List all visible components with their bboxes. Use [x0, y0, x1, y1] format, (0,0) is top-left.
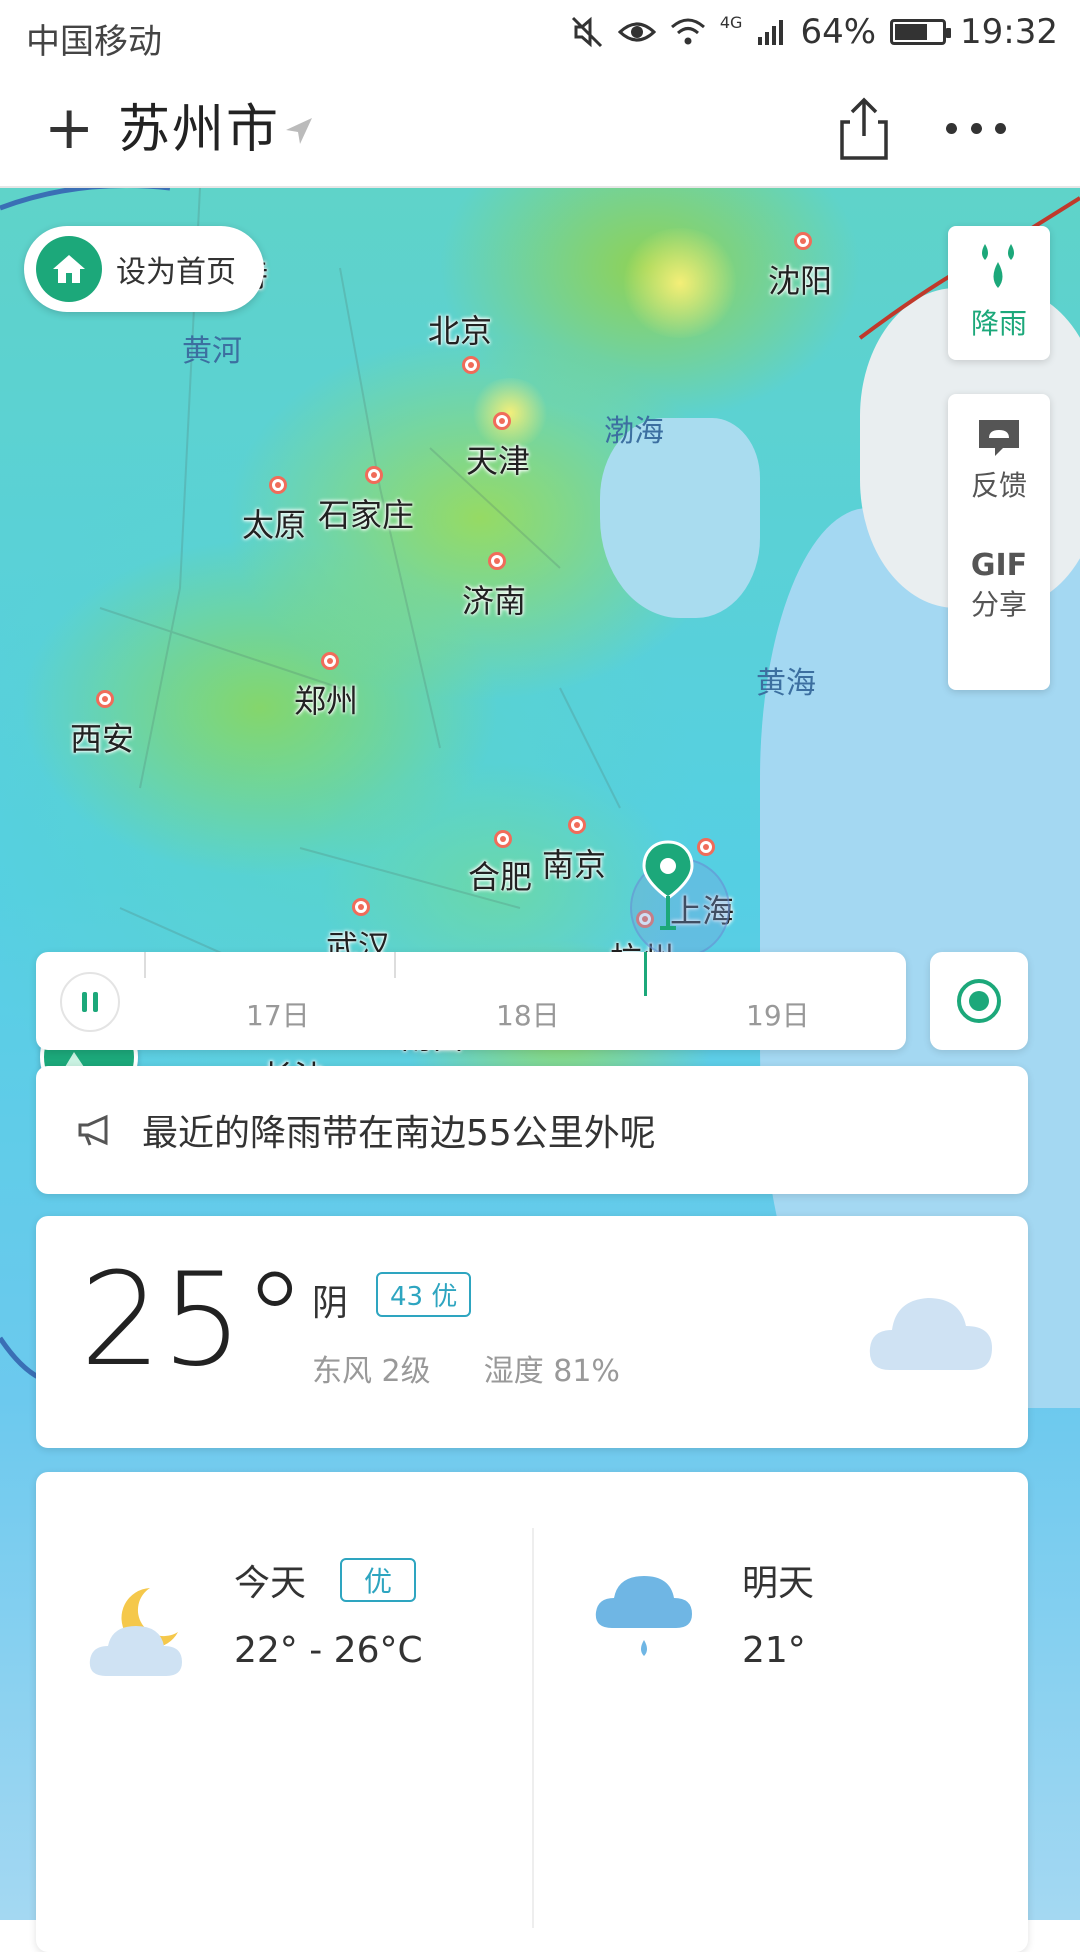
region-label-yellow-river: 黄河	[182, 334, 242, 369]
feedback-button[interactable]: 反馈	[948, 394, 1050, 504]
timeline-tick	[394, 952, 396, 978]
weather-condition: 阴	[312, 1283, 349, 1324]
forecast-tomorrow-temp: 21°	[742, 1630, 806, 1671]
city-label-beijing: 北京	[428, 312, 493, 350]
city-marker[interactable]	[96, 690, 114, 708]
city-label-zhengzhou: 郑州	[294, 682, 359, 720]
wifi-icon	[670, 18, 705, 45]
pause-button[interactable]	[60, 972, 120, 1032]
battery-icon	[890, 19, 952, 45]
wind-info: 东风 2级	[312, 1354, 431, 1389]
forecast-divider	[532, 1528, 534, 1928]
feedback-icon	[979, 420, 1019, 456]
forecast-today-temp: 22° - 26°C	[234, 1630, 423, 1671]
city-label-shenyang: 沈阳	[768, 262, 833, 300]
forecast-today-aqi-badge: 优	[340, 1558, 417, 1602]
more-menu-button[interactable]	[946, 118, 1006, 138]
forecast-tomorrow-label: 明天	[742, 1563, 815, 1604]
status-bar: 中国移动 4G 64% 19:32	[0, 0, 1080, 74]
city-marker[interactable]	[321, 652, 339, 670]
timeline-bar[interactable]: 17日 18日 19日	[36, 952, 906, 1050]
share-button[interactable]	[836, 96, 892, 162]
region-label-yellow-sea: 黄海	[756, 666, 816, 701]
forecast-today-label: 今天	[234, 1563, 307, 1604]
city-label-xian: 西安	[70, 720, 135, 758]
cloud-icon	[869, 1298, 992, 1370]
timeline-day: 17日	[246, 999, 310, 1032]
gif-share-label: 分享	[970, 588, 1027, 621]
locate-button[interactable]	[930, 952, 1028, 1050]
city-label-shijiazhuang: 石家庄	[318, 496, 415, 534]
rain-layer-label: 降雨	[970, 307, 1027, 340]
timeline-cursor[interactable]	[644, 952, 647, 996]
city-label-jinan: 济南	[462, 582, 527, 620]
feedback-label: 反馈	[970, 469, 1027, 502]
gif-share-button[interactable]: GIF 分享	[948, 548, 1050, 623]
target-icon	[957, 979, 1001, 1023]
rain-notice[interactable]: 最近的降雨带在南边55公里外呢	[36, 1066, 1028, 1194]
mute-icon	[571, 16, 602, 48]
city-marker[interactable]	[462, 356, 480, 374]
megaphone-icon	[78, 1114, 108, 1146]
carrier-name: 中国移动	[26, 22, 162, 62]
aqi-badge: 43 优	[376, 1272, 472, 1317]
clock: 19:32	[960, 12, 1058, 52]
city-marker[interactable]	[352, 898, 370, 916]
weather-details: 东风 2级 湿度 81%	[312, 1346, 620, 1390]
current-weather-card[interactable]: 25° 阴 43 优 东风 2级 湿度 81%	[36, 1216, 1028, 1448]
rain-cloud-icon	[595, 1576, 692, 1656]
eye-icon	[617, 22, 656, 42]
notice-message: 最近的降雨带在南边55公里外呢	[142, 1113, 656, 1154]
rain-layer-button[interactable]: 降雨	[948, 226, 1050, 360]
timeline-day: 19日	[746, 999, 810, 1032]
add-city-button[interactable]: +	[44, 88, 94, 168]
side-tools-card: 反馈 GIF 分享	[948, 394, 1050, 690]
timeline-tick	[144, 952, 146, 978]
status-icons: 4G 64% 19:32	[570, 12, 1058, 52]
set-home-label: 设为首页	[116, 255, 236, 290]
timeline-day: 18日	[496, 999, 560, 1032]
humidity-info: 湿度 81%	[483, 1354, 620, 1389]
moon-cloud-icon	[89, 1588, 182, 1676]
city-marker[interactable]	[488, 552, 506, 570]
city-label-hefei: 合肥	[468, 858, 533, 896]
current-temperature: 25°	[80, 1246, 307, 1395]
signal-icon	[758, 20, 784, 45]
city-marker[interactable]	[794, 232, 812, 250]
forecast-card[interactable]: 今天 优 22° - 26°C 明天 21°	[36, 1472, 1028, 1952]
battery-percent: 64%	[800, 12, 877, 52]
city-marker[interactable]	[568, 816, 586, 834]
city-marker[interactable]	[493, 412, 511, 430]
city-marker[interactable]	[365, 466, 383, 484]
region-label-bohai: 渤海	[604, 414, 664, 449]
set-home-button[interactable]: 设为首页	[24, 226, 264, 312]
home-icon	[36, 236, 102, 302]
city-marker[interactable]	[494, 830, 512, 848]
city-label-tianjin: 天津	[466, 442, 531, 480]
city-label-nanjing: 南京	[542, 846, 607, 884]
city-title[interactable]: 苏州市	[118, 90, 280, 170]
map-pin-icon	[642, 840, 694, 930]
raindrops-icon	[982, 244, 1014, 288]
gif-label: GIF	[970, 548, 1028, 583]
app-header: + 苏州市	[0, 74, 1080, 188]
city-marker[interactable]	[269, 476, 287, 494]
city-label-taiyuan: 太原	[242, 506, 307, 544]
location-arrow-icon	[286, 118, 312, 144]
network-type: 4G	[719, 12, 743, 32]
